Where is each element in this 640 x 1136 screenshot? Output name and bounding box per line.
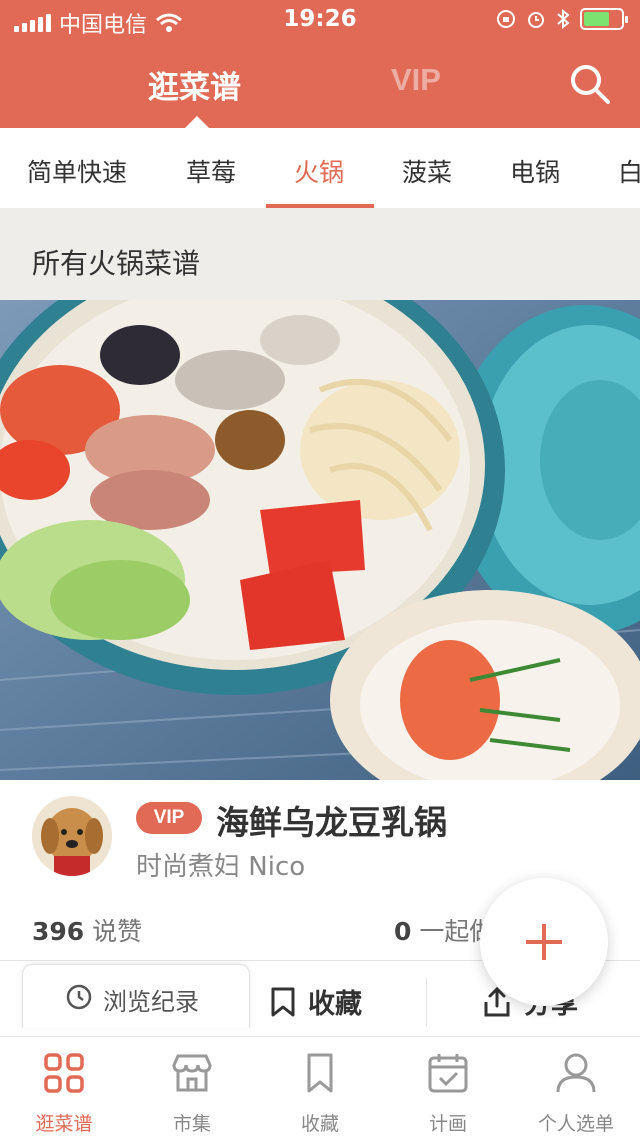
recipe-title[interactable]: 海鲜乌龙豆乳锅 — [216, 796, 447, 844]
action-separator — [426, 978, 427, 1026]
likes-number: 396 — [32, 917, 85, 946]
lock-rotation-icon — [497, 10, 515, 28]
history-label: 浏览纪录 — [103, 988, 199, 1016]
search-icon[interactable] — [568, 62, 612, 106]
bluetooth-icon — [557, 9, 570, 29]
bookmark-icon — [307, 1053, 333, 1093]
tabbar-label: 个人选单 — [537, 1113, 614, 1135]
likes-label: 说赞 — [92, 917, 143, 946]
category-item[interactable]: 菠菜 — [402, 153, 452, 189]
tabbar-profile[interactable]: 个人选单 — [512, 1037, 640, 1136]
tabbar-favorites[interactable]: 收藏 — [256, 1037, 384, 1136]
status-bar: 中国电信 19:26 — [0, 0, 640, 40]
history-icon — [66, 984, 92, 1010]
recipe-photo[interactable] — [0, 300, 640, 780]
top-header: 中国电信 19:26 逛菜谱 VIP — [0, 0, 640, 128]
together-number: 0 — [394, 917, 412, 946]
person-icon — [556, 1053, 596, 1093]
grid-icon — [44, 1053, 84, 1093]
vip-badge: VIP — [136, 802, 202, 834]
author-avatar[interactable] — [32, 796, 112, 876]
battery-icon — [580, 8, 628, 30]
tabbar-label: 收藏 — [300, 1113, 339, 1135]
category-item[interactable]: 草莓 — [186, 153, 236, 189]
tab-vip[interactable]: VIP — [391, 62, 441, 98]
favorite-button[interactable]: 收藏 — [270, 982, 362, 1021]
tabbar-label: 计画 — [428, 1113, 467, 1135]
category-item-active[interactable]: 火锅 — [294, 153, 344, 189]
bottom-tab-bar: 逛菜谱 市集 收藏 计画 个人选单 — [0, 1036, 640, 1136]
add-fab-button[interactable] — [480, 878, 608, 1006]
tabbar-plan[interactable]: 计画 — [384, 1037, 512, 1136]
category-item[interactable]: 电锅 — [510, 153, 560, 189]
section-header: 所有火锅菜谱 — [0, 208, 640, 300]
tabbar-label: 市集 — [172, 1113, 211, 1135]
tabbar-browse[interactable]: 逛菜谱 — [0, 1037, 128, 1136]
category-bar: 简单快速 草莓 火锅 菠菜 电锅 白 — [0, 128, 640, 208]
section-title: 所有火锅菜谱 — [32, 247, 201, 280]
bookmark-icon — [271, 987, 295, 1016]
shop-icon — [172, 1054, 212, 1092]
tabbar-label: 逛菜谱 — [35, 1113, 93, 1135]
favorite-label: 收藏 — [308, 989, 362, 1020]
tabbar-market[interactable]: 市集 — [128, 1037, 256, 1136]
likes-count[interactable]: 396 说赞 — [32, 912, 142, 948]
active-tab-caret — [185, 116, 209, 128]
tab-browse-recipes[interactable]: 逛菜谱 — [148, 62, 241, 107]
alarm-icon — [528, 12, 544, 28]
calendar-icon — [428, 1054, 468, 1093]
category-item[interactable]: 白 — [618, 153, 640, 189]
browse-history-button[interactable]: 浏览纪录 — [22, 964, 250, 1028]
category-item[interactable]: 简单快速 — [27, 153, 127, 189]
author-name[interactable]: 时尚煮妇 Nico — [136, 846, 305, 883]
